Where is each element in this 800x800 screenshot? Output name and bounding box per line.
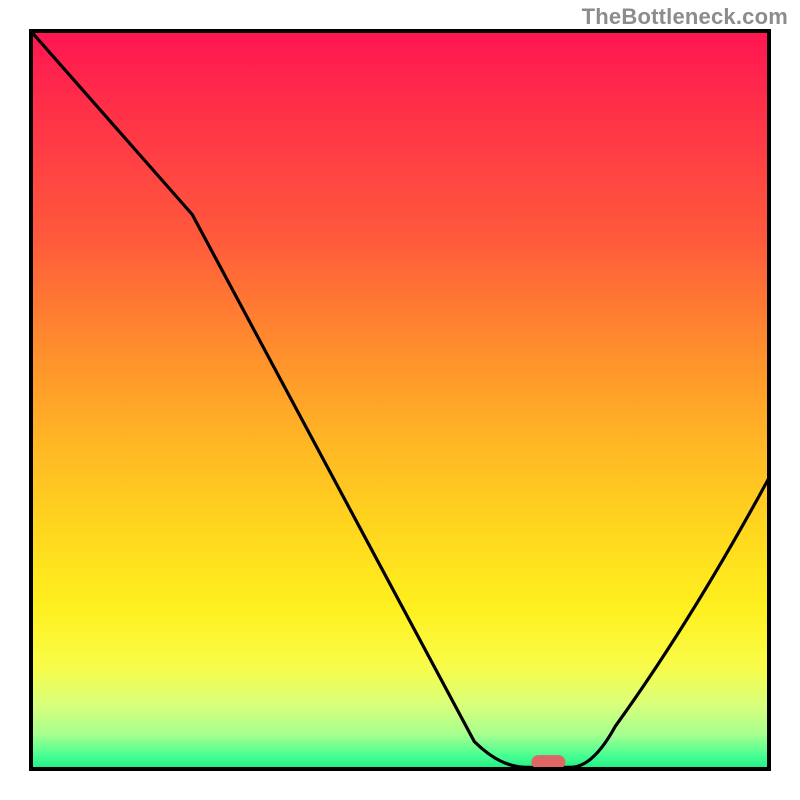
- attribution-text: TheBottleneck.com: [582, 4, 788, 30]
- chart-container: TheBottleneck.com: [0, 0, 800, 800]
- gradient-background: [29, 29, 771, 771]
- plot-area: [29, 29, 771, 771]
